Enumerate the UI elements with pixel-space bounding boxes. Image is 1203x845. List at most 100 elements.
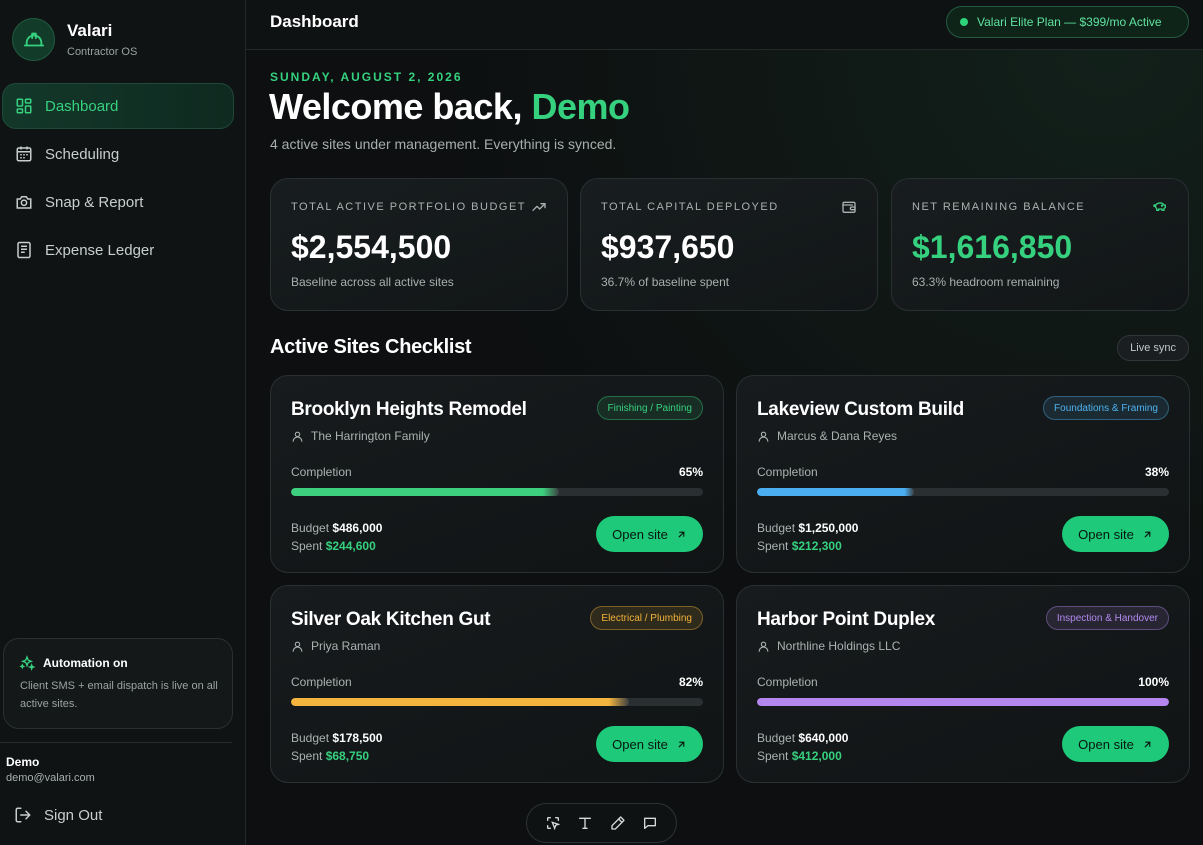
sidebar-item-dashboard[interactable]: Dashboard: [2, 83, 234, 129]
log-out-icon: [15, 807, 31, 823]
progress-fill: [757, 488, 914, 496]
status-dot: [960, 18, 968, 26]
select-icon[interactable]: [545, 815, 561, 831]
wallet-icon: [842, 201, 856, 213]
stat-label: NET REMAINING BALANCE: [912, 201, 1086, 213]
open-site-button[interactable]: Open site: [596, 726, 703, 762]
completion-value: 38%: [1144, 465, 1169, 479]
arrow-up-right-icon: [678, 531, 685, 537]
stat-note: 63.3% headroom remaining: [912, 275, 1060, 289]
arrow-up-right-icon: [678, 741, 685, 747]
user-icon: [758, 431, 769, 442]
user-icon: [292, 641, 303, 652]
open-site-button[interactable]: Open site: [596, 516, 703, 552]
top-header: Dashboard Valari Elite Plan — $399/mo Ac…: [246, 0, 1203, 50]
completion-label: Completion: [291, 465, 352, 479]
sidebar-item-label: Scheduling: [45, 145, 120, 163]
site-name[interactable]: Silver Oak Kitchen Gut: [291, 609, 491, 631]
site-financials: Budget $1,250,000 Spent $212,300: [757, 519, 858, 555]
user-name: Demo: [6, 755, 40, 769]
sidebar-item-label: Dashboard: [45, 97, 119, 115]
stat-note: 36.7% of baseline spent: [601, 275, 730, 289]
brand-name: Valari: [67, 21, 113, 40]
live-sync-badge[interactable]: Live sync: [1117, 335, 1189, 361]
user-icon: [758, 641, 769, 652]
stat-value: $1,616,850: [912, 229, 1073, 265]
site-name[interactable]: Lakeview Custom Build: [757, 399, 964, 421]
current-date: SUNDAY, AUGUST 2, 2026: [270, 70, 463, 84]
automation-text: Client SMS + email dispatch is live on a…: [20, 680, 218, 710]
calendar-icon: [16, 146, 32, 162]
client-name: The Harrington Family: [311, 429, 430, 443]
welcome-heading: Welcome back, Demo: [269, 86, 630, 128]
spent-value: $412,000: [791, 749, 842, 763]
sparkles-icon: [19, 655, 35, 671]
sign-out-label: Sign Out: [44, 806, 103, 824]
phase-badge: Finishing / Painting: [596, 396, 703, 420]
budget-value: $178,500: [332, 731, 383, 745]
main-content: SUNDAY, AUGUST 2, 2026 Welcome back, Dem…: [246, 50, 1203, 845]
progress-fill: [291, 698, 629, 706]
spent-label: Spent: [291, 749, 323, 763]
page-title: Dashboard: [270, 12, 359, 31]
spent-value: $68,750: [325, 749, 370, 763]
spent-value: $244,600: [325, 539, 376, 553]
sidebar-item-expense-ledger[interactable]: Expense Ledger: [2, 227, 234, 273]
budget-value: $486,000: [332, 521, 383, 535]
open-site-label: Open site: [612, 526, 668, 542]
stat-card-portfolio-budget: TOTAL ACTIVE PORTFOLIO BUDGET $2,554,500…: [270, 178, 568, 311]
stat-label: TOTAL ACTIVE PORTFOLIO BUDGET: [291, 201, 527, 213]
completion-label: Completion: [291, 675, 352, 689]
spent-label: Spent: [757, 749, 789, 763]
floating-toolbar: [526, 803, 677, 843]
site-card-lakeview: Lakeview Custom Build Foundations & Fram…: [736, 375, 1190, 573]
brand-subtitle: Contractor OS: [67, 46, 138, 58]
spent-value: $212,300: [791, 539, 842, 553]
site-name[interactable]: Brooklyn Heights Remodel: [291, 399, 527, 421]
stat-card-capital-deployed: TOTAL CAPITAL DEPLOYED $937,650 36.7% of…: [580, 178, 878, 311]
ledger-icon: [17, 241, 31, 259]
comment-icon[interactable]: [642, 815, 658, 831]
site-client: Northline Holdings LLC: [757, 639, 900, 653]
welcome-name: Demo: [531, 86, 630, 127]
stat-card-remaining-balance: NET REMAINING BALANCE $1,616,850 63.3% h…: [891, 178, 1189, 311]
site-client: The Harrington Family: [291, 429, 430, 443]
sidebar-item-label: Snap & Report: [45, 193, 144, 211]
sign-out-button[interactable]: Sign Out: [14, 806, 102, 824]
client-name: Northline Holdings LLC: [777, 639, 901, 653]
text-icon[interactable]: [577, 815, 593, 831]
completion-value: 82%: [678, 675, 703, 689]
open-site-button[interactable]: Open site: [1062, 516, 1169, 552]
client-name: Marcus & Dana Reyes: [777, 429, 898, 443]
welcome-subtitle: 4 active sites under management. Everyth…: [270, 136, 617, 152]
site-client: Priya Raman: [291, 639, 380, 653]
completion-progress-bar: [757, 488, 1169, 496]
sidebar-nav: Dashboard Scheduling Snap & Report Expen…: [2, 83, 234, 275]
completion-progress-bar: [757, 698, 1169, 706]
plan-label: Valari Elite Plan — $399/mo Active: [977, 15, 1162, 29]
sidebar-item-scheduling[interactable]: Scheduling: [2, 131, 234, 177]
user-icon: [292, 431, 303, 442]
phase-badge: Inspection & Handover: [1045, 606, 1169, 630]
budget-label: Budget: [757, 731, 796, 745]
user-email: demo@valari.com: [6, 772, 95, 784]
sidebar-item-snap-report[interactable]: Snap & Report: [2, 179, 234, 225]
site-client: Marcus & Dana Reyes: [757, 429, 897, 443]
open-site-button[interactable]: Open site: [1062, 726, 1169, 762]
plan-badge[interactable]: Valari Elite Plan — $399/mo Active: [946, 6, 1189, 38]
budget-value: $1,250,000: [798, 521, 859, 535]
site-name[interactable]: Harbor Point Duplex: [757, 609, 935, 631]
budget-value: $640,000: [798, 731, 849, 745]
progress-fill: [757, 698, 1169, 706]
pen-icon[interactable]: [610, 815, 626, 831]
client-name: Priya Raman: [311, 639, 381, 653]
trending-up-icon: [532, 203, 546, 211]
welcome-greeting: Welcome back,: [269, 86, 532, 127]
budget-label: Budget: [757, 521, 796, 535]
automation-title: Automation on: [43, 656, 128, 670]
automation-card: Automation on Client SMS + email dispatc…: [3, 638, 233, 729]
site-card-harbor-point: Harbor Point Duplex Inspection & Handove…: [736, 585, 1190, 783]
camera-icon: [16, 196, 32, 209]
completion-progress-bar: [291, 698, 703, 706]
open-site-label: Open site: [612, 736, 668, 752]
